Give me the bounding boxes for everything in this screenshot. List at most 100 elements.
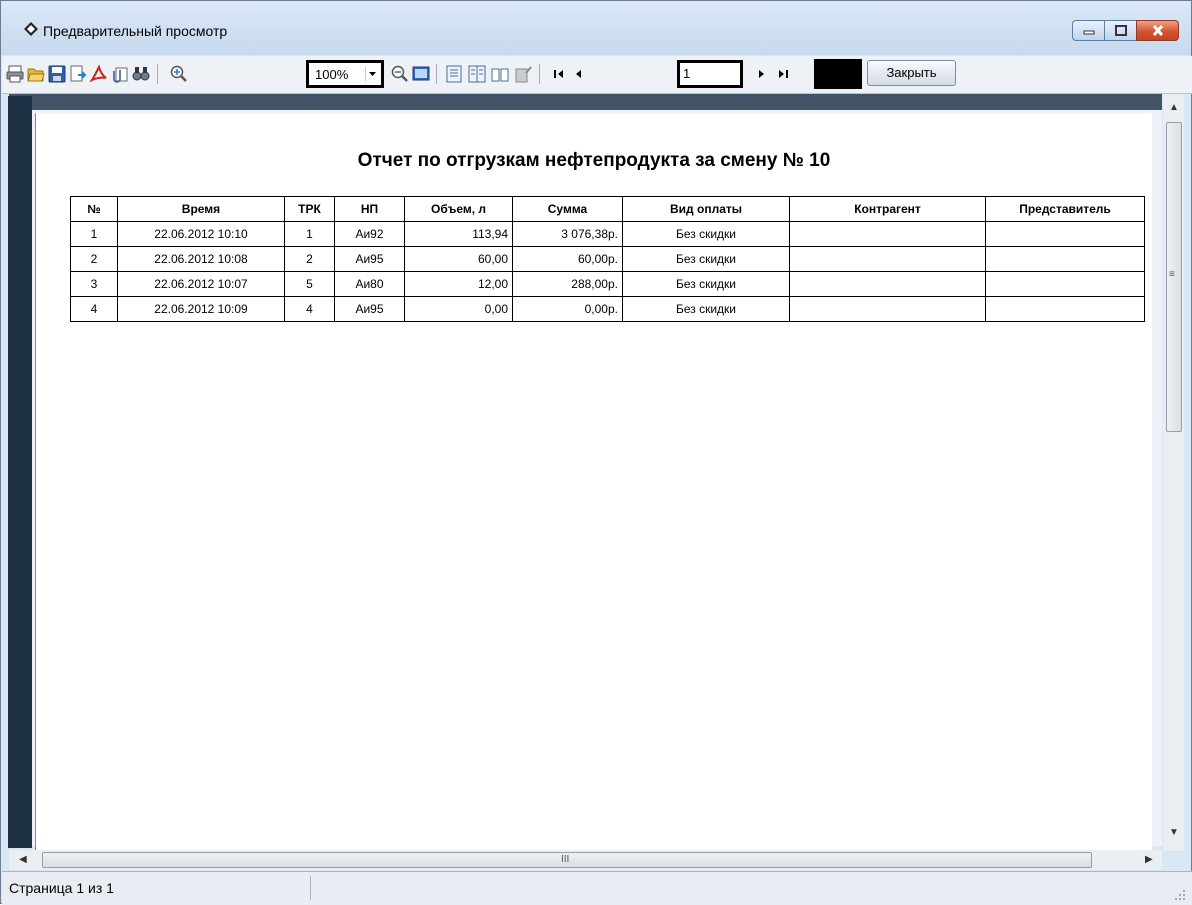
- save-icon: [48, 65, 66, 83]
- pdf-icon: [90, 65, 107, 83]
- toolbar: 100% 1 Закрыть: [2, 56, 1192, 94]
- scroll-up-icon[interactable]: ▲: [1169, 102, 1179, 113]
- full-screen-button[interactable]: [412, 65, 430, 83]
- cell-counterparty: [789, 246, 986, 272]
- export-button[interactable]: [69, 65, 87, 83]
- single-page-button[interactable]: [445, 65, 463, 83]
- cell-time: 22.06.2012 10:07: [117, 271, 285, 297]
- thumb-grip-icon: ≡: [1169, 269, 1175, 280]
- next-page-button[interactable]: [752, 65, 770, 83]
- toolbar-separator: [157, 64, 158, 84]
- save-button[interactable]: [48, 65, 66, 83]
- cell-sum: 0,00р.: [512, 296, 623, 322]
- first-page-button[interactable]: [550, 65, 568, 83]
- cell-representative: [985, 246, 1145, 272]
- cell-sum: 288,00р.: [512, 271, 623, 297]
- column-header: НП: [334, 196, 405, 222]
- close-window-button[interactable]: [1136, 20, 1179, 41]
- close-icon: [1152, 25, 1163, 36]
- column-header: ТРК: [284, 196, 335, 222]
- first-page-icon: [554, 70, 563, 78]
- cell-number: 2: [70, 246, 118, 272]
- zoom-select[interactable]: 100%: [306, 60, 384, 88]
- toolbar-separator: [436, 64, 437, 84]
- zoom-out-button[interactable]: [391, 65, 409, 83]
- multi-page-icon: [468, 65, 486, 83]
- status-separator: [310, 876, 311, 900]
- cell-pump: 2: [284, 246, 335, 272]
- report-table: № Время ТРК НП Объем, л Сумма Вид оплаты…: [70, 196, 1145, 322]
- page-number-input[interactable]: 1: [677, 60, 743, 88]
- scroll-right-icon[interactable]: ▶: [1145, 854, 1153, 865]
- cell-pump: 1: [284, 221, 335, 247]
- horizontal-scrollbar[interactable]: ◀ III ▶: [9, 850, 1162, 870]
- vertical-scrollbar[interactable]: ▲ ≡ ▼: [1163, 94, 1184, 851]
- cell-number: 3: [70, 271, 118, 297]
- cell-representative: [985, 296, 1145, 322]
- scroll-down-icon[interactable]: ▼: [1169, 827, 1179, 838]
- prev-page-icon: [576, 70, 581, 78]
- table-row: 2 22.06.2012 10:08 2 Аи95 60,00 60,00р. …: [70, 246, 1145, 272]
- zoom-out-icon: [391, 65, 408, 82]
- cell-time: 22.06.2012 10:10: [117, 221, 285, 247]
- book-icon: [491, 68, 509, 82]
- report-page: Отчет по отгрузкам нефтепродукта за смен…: [35, 113, 1152, 853]
- attach-button[interactable]: [111, 65, 129, 83]
- print-icon: [6, 65, 24, 83]
- close-button[interactable]: Закрыть: [867, 60, 956, 86]
- zoom-in-icon: [170, 65, 187, 82]
- find-button[interactable]: [132, 65, 150, 83]
- cell-representative: [985, 221, 1145, 247]
- cell-payment-type: Без скидки: [622, 221, 790, 247]
- horizontal-scroll-thumb[interactable]: III: [42, 852, 1092, 868]
- cell-payment-type: Без скидки: [622, 246, 790, 272]
- minimize-icon: [1083, 30, 1094, 34]
- open-folder-icon: [27, 68, 45, 82]
- cell-volume: 0,00: [404, 296, 513, 322]
- resize-grip-icon[interactable]: [1174, 889, 1186, 901]
- zoom-value: 100%: [315, 67, 349, 82]
- print-button[interactable]: [6, 65, 24, 83]
- cell-time: 22.06.2012 10:09: [117, 296, 285, 322]
- report-title: Отчет по отгрузкам нефтепродукта за смен…: [357, 150, 831, 171]
- table-row: 3 22.06.2012 10:07 5 Аи80 12,00 288,00р.…: [70, 271, 1145, 297]
- column-header: Сумма: [512, 196, 623, 222]
- next-page-icon: [759, 70, 764, 78]
- cell-payment-type: Без скидки: [622, 296, 790, 322]
- open-button[interactable]: [27, 65, 45, 83]
- cell-product: Аи95: [334, 246, 405, 272]
- title-bar: Предварительный просмотр: [1, 1, 1191, 55]
- cell-counterparty: [789, 271, 986, 297]
- cell-product: Аи80: [334, 271, 405, 297]
- attach-icon: [113, 67, 128, 83]
- preview-left-border: [8, 96, 32, 848]
- table-row: 1 22.06.2012 10:10 1 Аи92 113,94 3 076,3…: [70, 221, 1145, 247]
- cell-sum: 3 076,38р.: [512, 221, 623, 247]
- book-button[interactable]: [491, 65, 509, 83]
- minimize-button[interactable]: [1072, 20, 1104, 41]
- table-header-row: № Время ТРК НП Объем, л Сумма Вид оплаты…: [70, 196, 1145, 222]
- zoom-in-button[interactable]: [170, 65, 188, 83]
- multi-page-button[interactable]: [468, 65, 486, 83]
- vertical-scroll-thumb[interactable]: ≡: [1166, 122, 1182, 432]
- last-page-icon: [779, 70, 788, 78]
- app-icon: [24, 22, 38, 36]
- last-page-button[interactable]: [774, 65, 792, 83]
- maximize-icon: [1114, 25, 1127, 36]
- cell-product: Аи92: [334, 221, 405, 247]
- maximize-button[interactable]: [1104, 20, 1136, 41]
- page-count-field: [814, 59, 862, 89]
- scroll-left-icon[interactable]: ◀: [19, 854, 27, 865]
- status-bar: Страница 1 из 1: [2, 871, 1192, 905]
- column-header: №: [70, 196, 118, 222]
- cell-representative: [985, 271, 1145, 297]
- cell-product: Аи95: [334, 296, 405, 322]
- prev-page-button[interactable]: [570, 65, 588, 83]
- page-status: Страница 1 из 1: [9, 880, 114, 896]
- thumb-grip-icon: III: [561, 854, 570, 865]
- cell-counterparty: [789, 221, 986, 247]
- preview-window: Предварительный просмотр 100% 1 Закрыть …: [0, 0, 1192, 905]
- edit-page-button[interactable]: [514, 65, 532, 83]
- export-icon: [70, 65, 87, 82]
- pdf-button[interactable]: [90, 65, 108, 83]
